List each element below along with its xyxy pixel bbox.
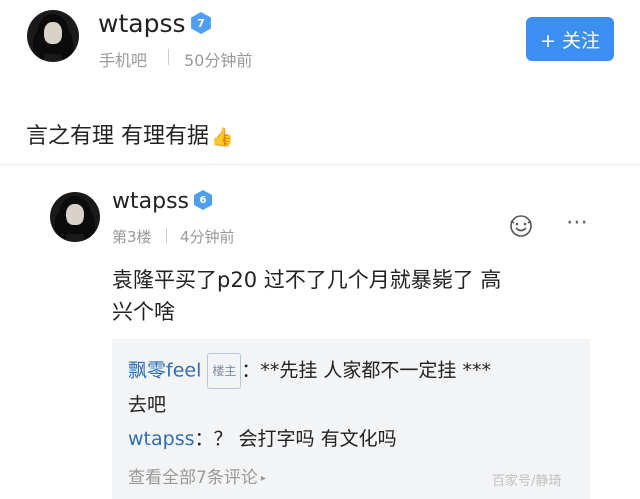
chevron-right-icon: ▸	[260, 472, 266, 484]
view-all-label: 查看全部7条评论	[128, 468, 258, 488]
louzhu-badge: 楼主	[207, 353, 242, 389]
reply-content-line2: 兴个啥	[112, 300, 175, 324]
sub-comment-text: **先挂 人家都不一定挂 ***	[260, 359, 491, 382]
sub-comment-sep: ：	[241, 359, 261, 382]
sub-comment-text: ？ 会打字吗 有文化吗	[213, 428, 397, 450]
thumbs-up-icon: 👍	[211, 127, 234, 148]
post-content: 言之有理 有理有据 👍	[26, 118, 233, 150]
avatar[interactable]	[27, 10, 79, 62]
sub-comment-text-cont: 去吧	[128, 394, 167, 416]
reply-level-badge: 6	[194, 190, 212, 210]
watermark: 百家号/静琦	[492, 474, 562, 489]
sub-comment-user[interactable]: wtapss	[128, 428, 195, 450]
sub-comment[interactable]: wtapss：？ 会打字吗 有文化吗	[128, 424, 397, 451]
sub-comment-user[interactable]: 飘零feel	[128, 360, 201, 382]
sub-comment-sep: ：	[194, 428, 214, 450]
reply-floor: 第3楼	[112, 228, 152, 246]
divider	[0, 164, 640, 165]
level-badge: 7	[191, 12, 211, 34]
view-all-comments-link[interactable]: 查看全部7条评论 ▸	[128, 463, 266, 488]
meta-divider	[168, 49, 169, 65]
post-content-text: 言之有理 有理有据	[26, 124, 209, 149]
reply-username[interactable]: wtapss	[112, 189, 189, 214]
reply-avatar[interactable]	[50, 192, 100, 242]
sub-comment[interactable]: 飘零feel 楼主 ：**先挂 人家都不一定挂 *** 去吧	[128, 353, 578, 421]
post-source[interactable]: 手机吧	[99, 47, 147, 71]
more-icon[interactable]: ⋯	[566, 210, 588, 235]
post-username[interactable]: wtapss	[98, 9, 186, 38]
reply-content: 袁隆平买了p20 过不了几个月就暴毙了 高 兴个啥	[112, 264, 501, 328]
reply-meta-divider	[166, 228, 167, 243]
reply-emoji-icon[interactable]	[508, 213, 534, 239]
follow-button[interactable]: + 关注	[526, 17, 614, 61]
reply-content-line1: 袁隆平买了p20 过不了几个月就暴毙了 高	[112, 268, 502, 292]
post-time: 50分钟前	[184, 51, 253, 70]
reply-time: 4分钟前	[180, 228, 235, 246]
